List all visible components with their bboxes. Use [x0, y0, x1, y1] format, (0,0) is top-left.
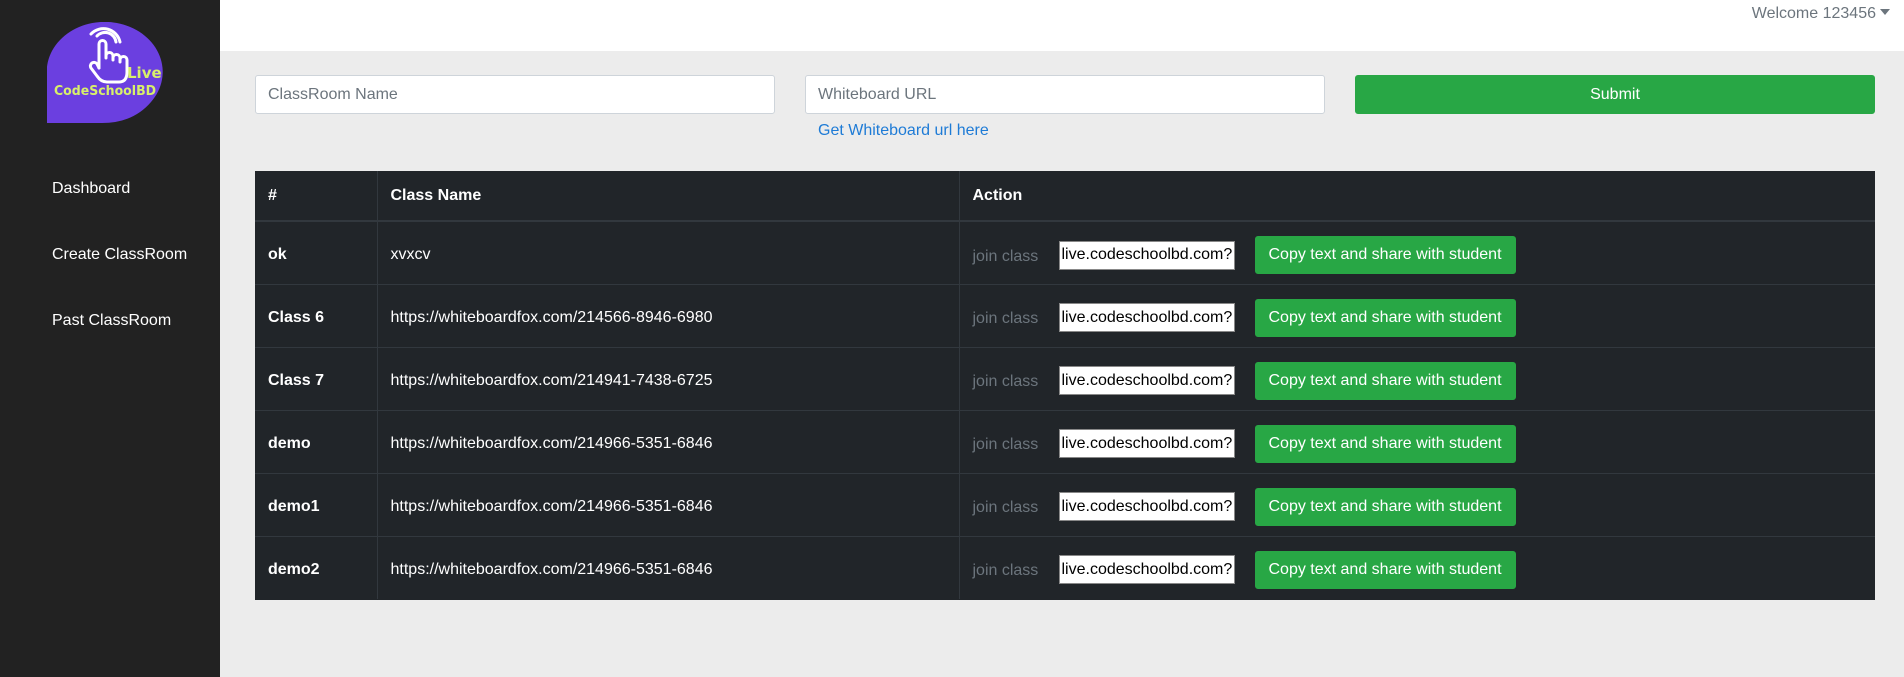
share-link-field[interactable]	[1058, 303, 1235, 332]
join-class-link[interactable]: join class	[973, 562, 1059, 580]
copy-share-button[interactable]: Copy text and share with student	[1254, 424, 1516, 463]
row-actions: join class Copy text and share with stude…	[958, 472, 1875, 536]
column-header-class-name: Class Name	[376, 171, 959, 222]
copy-share-button[interactable]: Copy text and share with student	[1254, 550, 1516, 589]
join-class-link[interactable]: join class	[973, 499, 1059, 517]
row-id: demo1	[255, 472, 377, 536]
table-row: Class 7 https://whiteboardfox.com/214941…	[255, 346, 1875, 410]
sidebar-item-past-classroom[interactable]: Past ClassRoom	[52, 312, 171, 330]
row-actions: join class Copy text and share with stude…	[958, 220, 1875, 284]
table-row: Class 6 https://whiteboardfox.com/214566…	[255, 283, 1875, 347]
row-class-name: https://whiteboardfox.com/214966-5351-68…	[376, 472, 959, 536]
brand-name: CodeSchoolBD	[54, 83, 156, 99]
classroom-table: # Class Name Action ok xvxcv join classC…	[255, 171, 1875, 600]
row-id: demo	[255, 409, 377, 473]
table-header-row: # Class Name Action	[255, 171, 1875, 222]
table-row: ok xvxcv join class Copy text and share w…	[255, 220, 1875, 284]
caret-down-icon	[1880, 9, 1890, 16]
table-row: demo2 https://whiteboardfox.com/214966-5…	[255, 535, 1875, 599]
row-id: Class 6	[255, 283, 377, 347]
sidebar-item-create-classroom[interactable]: Create ClassRoom	[52, 246, 187, 264]
brand-badge: Live	[127, 64, 162, 82]
row-actions: join class Copy text and share with stude…	[958, 535, 1875, 599]
column-header-action: Action	[958, 171, 1875, 222]
row-actions: join class Copy text and share with stude…	[958, 346, 1875, 410]
row-class-name: https://whiteboardfox.com/214941-7438-67…	[376, 346, 959, 410]
row-id: Class 7	[255, 346, 377, 410]
copy-share-button[interactable]: Copy text and share with student	[1254, 236, 1516, 274]
classroom-name-input[interactable]	[255, 75, 775, 114]
sidebar: Live CodeSchoolBD Dashboard Create Class…	[0, 0, 220, 677]
row-class-name: https://whiteboardfox.com/214966-5351-68…	[376, 535, 959, 599]
copy-share-button[interactable]: Copy text and share with student	[1254, 361, 1516, 400]
join-class-link[interactable]: join class	[973, 436, 1059, 454]
table-row: demo1 https://whiteboardfox.com/214966-5…	[255, 472, 1875, 536]
row-class-name: https://whiteboardfox.com/214566-8946-69…	[376, 283, 959, 347]
join-class-link[interactable]: join class	[973, 248, 1059, 266]
share-link-field[interactable]	[1058, 240, 1235, 270]
top-bar: Welcome 123456	[220, 0, 1904, 51]
copy-share-button[interactable]: Copy text and share with student	[1254, 298, 1516, 337]
welcome-text: Welcome 123456	[1751, 5, 1876, 22]
share-link-field[interactable]	[1058, 555, 1235, 584]
row-actions: join class Copy text and share with stude…	[958, 283, 1875, 347]
submit-button[interactable]: Submit	[1355, 75, 1875, 114]
row-class-name: xvxcv	[376, 220, 959, 284]
table-row: demo https://whiteboardfox.com/214966-53…	[255, 409, 1875, 473]
row-id: ok	[255, 220, 377, 284]
share-link-field[interactable]	[1058, 429, 1235, 458]
join-class-link[interactable]: join class	[973, 373, 1059, 391]
whiteboard-url-input[interactable]	[805, 75, 1325, 114]
column-header-id: #	[255, 171, 377, 222]
copy-share-button[interactable]: Copy text and share with student	[1254, 487, 1516, 526]
share-link-field[interactable]	[1058, 492, 1235, 521]
get-whiteboard-url-link[interactable]: Get Whiteboard url here	[818, 122, 989, 140]
share-link-field[interactable]	[1058, 366, 1235, 395]
row-id: demo2	[255, 535, 377, 599]
row-actions: join class Copy text and share with stude…	[958, 409, 1875, 473]
user-menu[interactable]: Welcome 123456	[1752, 5, 1890, 23]
row-class-name: https://whiteboardfox.com/214966-5351-68…	[376, 409, 959, 473]
brand-logo[interactable]: Live CodeSchoolBD	[47, 22, 163, 123]
sidebar-item-dashboard[interactable]: Dashboard	[52, 180, 130, 198]
join-class-link[interactable]: join class	[973, 310, 1059, 328]
